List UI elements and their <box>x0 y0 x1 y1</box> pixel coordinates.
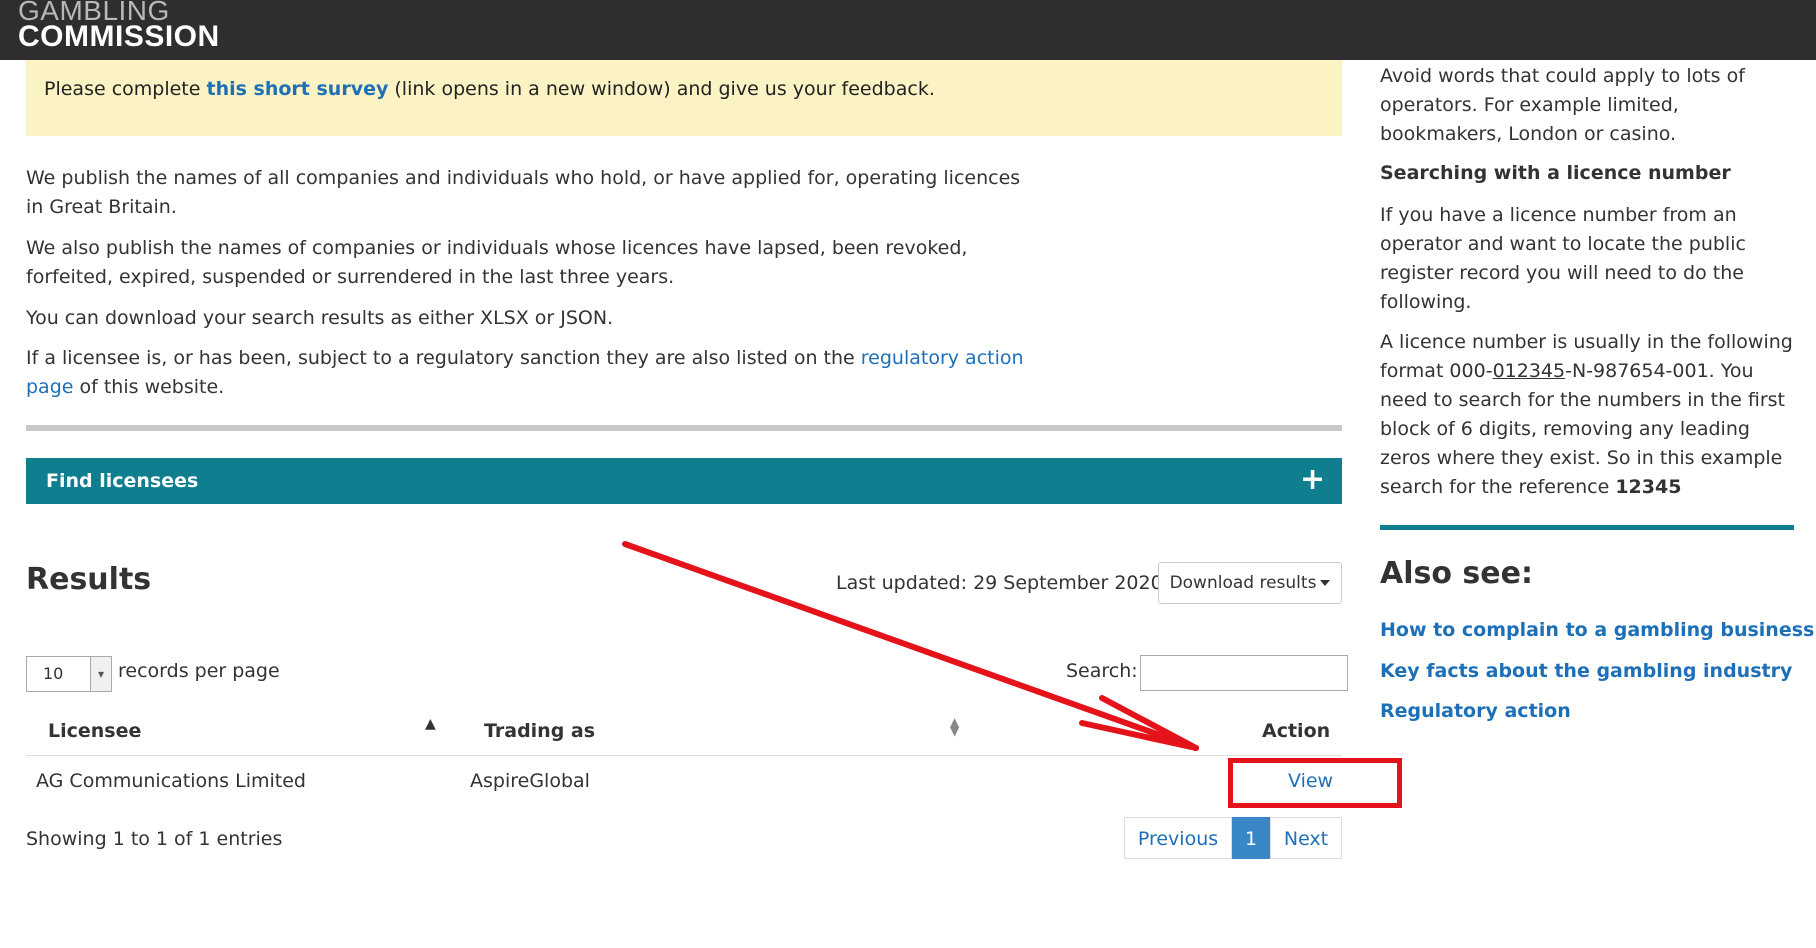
annotation-arrow <box>622 541 1199 751</box>
arrow-shaft <box>622 541 1199 751</box>
red-arrow-icon <box>622 541 1199 751</box>
